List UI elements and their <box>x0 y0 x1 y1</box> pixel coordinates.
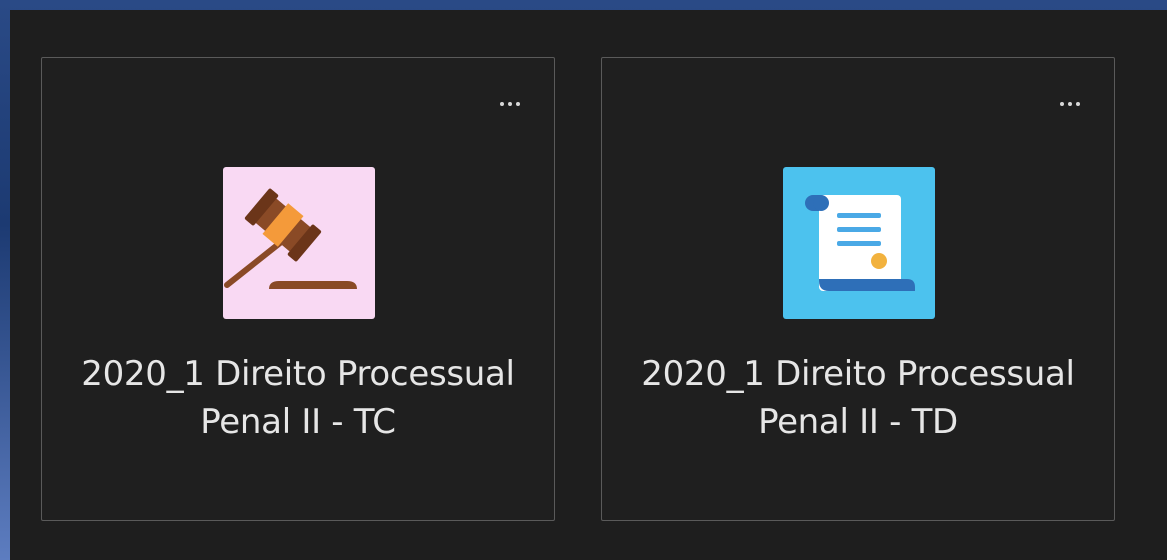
teams-grid-panel: 2020_1 Direito Processual Penal II - TC <box>10 10 1167 560</box>
team-name-line1: 2020_1 Direito Processual <box>81 354 515 394</box>
team-tile <box>223 167 375 319</box>
team-name-line2: Penal II - TD <box>758 402 958 442</box>
ellipsis-icon <box>500 102 504 106</box>
team-name: 2020_1 Direito Processual Penal II - TD <box>622 350 1094 446</box>
team-name-line2: Penal II - TC <box>200 402 396 442</box>
team-name-line1: 2020_1 Direito Processual <box>641 354 1075 394</box>
gavel-icon <box>224 188 357 289</box>
more-options-button[interactable] <box>490 94 530 114</box>
more-options-button[interactable] <box>1050 94 1090 114</box>
team-card-tc[interactable]: 2020_1 Direito Processual Penal II - TC <box>41 57 555 521</box>
team-name: 2020_1 Direito Processual Penal II - TC <box>62 350 534 446</box>
ellipsis-icon <box>1060 102 1064 106</box>
team-card-td[interactable]: 2020_1 Direito Processual Penal II - TD <box>601 57 1115 521</box>
team-tile <box>783 167 935 319</box>
scroll-icon <box>805 195 915 291</box>
